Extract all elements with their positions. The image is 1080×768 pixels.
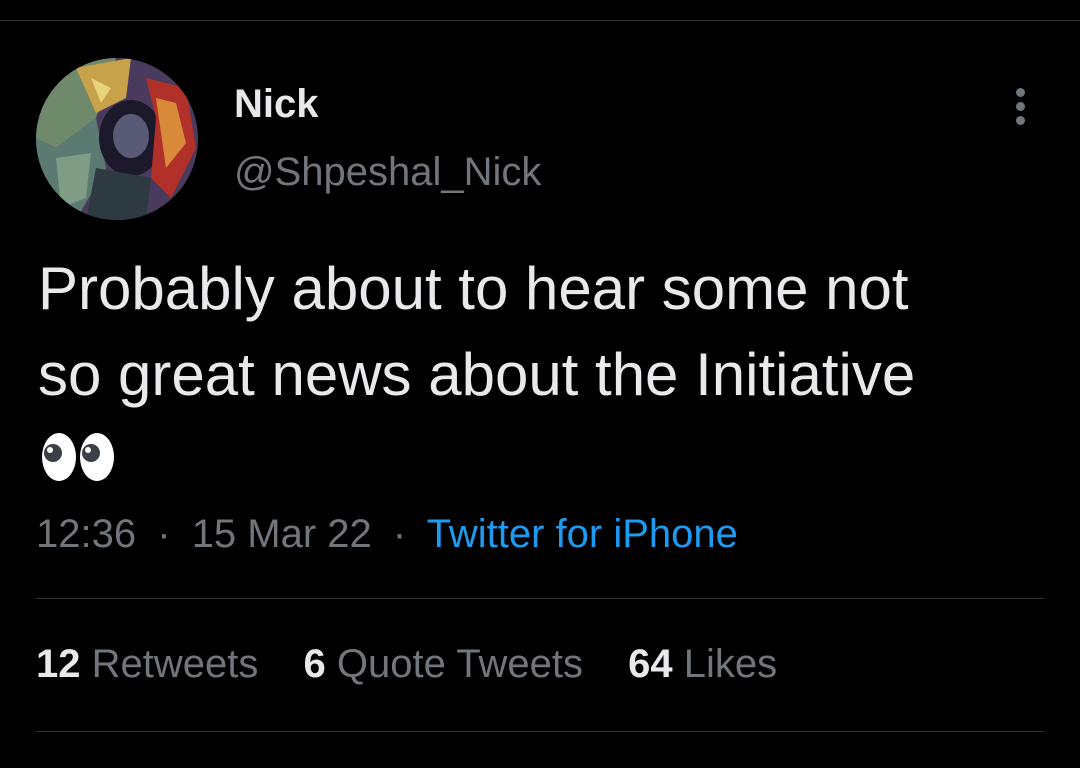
- more-vertical-icon-dot: [1016, 102, 1025, 111]
- quote-tweets-stat[interactable]: 6 Quote Tweets: [304, 644, 583, 684]
- retweets-count: 12: [36, 642, 81, 686]
- stats-top-divider: [36, 598, 1044, 599]
- author-handle[interactable]: @Shpeshal_Nick: [234, 152, 541, 192]
- quote-tweets-count: 6: [303, 642, 326, 686]
- retweets-label: Retweets: [91, 642, 259, 686]
- tweet-date[interactable]: 15 Mar 22: [192, 512, 372, 556]
- tweet-text-line: so great news about the Initiative: [38, 341, 916, 408]
- avatar[interactable]: [36, 58, 198, 220]
- likes-stat[interactable]: 64 Likes: [628, 644, 777, 684]
- meta-separator: ·: [157, 512, 171, 556]
- more-vertical-icon-dot: [1016, 116, 1025, 125]
- tweet-metadata: 12:36 · 15 Mar 22 · Twitter for iPhone: [36, 514, 738, 554]
- tweet-text: Probably about to hear some not so great…: [38, 246, 1048, 418]
- more-options-button[interactable]: [1004, 86, 1036, 126]
- eyes-emoji: [40, 431, 116, 483]
- tweet-time[interactable]: 12:36: [36, 512, 136, 556]
- likes-label: Likes: [683, 642, 778, 686]
- likes-count: 64: [628, 642, 673, 686]
- meta-separator: ·: [392, 512, 407, 556]
- stats-bottom-divider: [36, 731, 1044, 732]
- tweet-source-link[interactable]: Twitter for iPhone: [427, 512, 738, 556]
- avatar-image: [36, 58, 198, 220]
- author-display-name[interactable]: Nick: [234, 84, 319, 124]
- tweet-text-line: Probably about to hear some not: [38, 255, 909, 322]
- top-divider: [0, 20, 1080, 21]
- retweets-stat[interactable]: 12 Retweets: [36, 644, 258, 684]
- tweet-stats: 12 Retweets 6 Quote Tweets 64 Likes: [36, 644, 811, 684]
- quote-tweets-label: Quote Tweets: [336, 642, 583, 686]
- more-vertical-icon: [1016, 88, 1025, 97]
